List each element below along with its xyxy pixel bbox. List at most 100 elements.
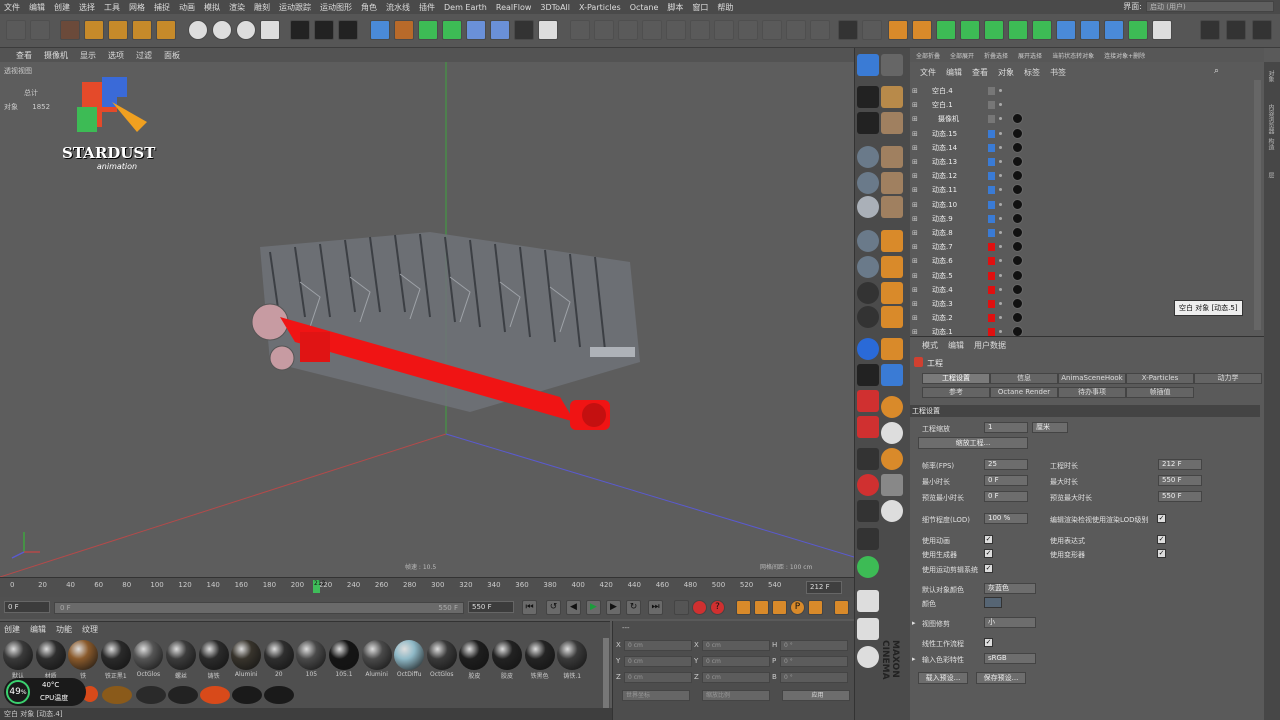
interface-selector[interactable]: 界面: 启动 (用户) bbox=[1123, 1, 1274, 12]
undo-icon[interactable] bbox=[6, 20, 26, 40]
lod-field[interactable]: 100 % bbox=[984, 513, 1028, 524]
object-tag-icon[interactable] bbox=[1012, 227, 1023, 238]
object-layer-color[interactable] bbox=[988, 229, 995, 237]
object-layer-color[interactable] bbox=[988, 300, 995, 308]
redo-icon[interactable] bbox=[30, 20, 50, 40]
pen-icon[interactable] bbox=[394, 20, 414, 40]
timeline[interactable]: 0 20 40 60 80 100 120 140 160 180 200 220 240 260 280 3… bbox=[0, 577, 854, 597]
spline-icon[interactable] bbox=[1152, 20, 1172, 40]
interface-dropdown[interactable]: 启动 (用户) bbox=[1146, 1, 1274, 12]
material-item[interactable]: 20 bbox=[263, 640, 295, 678]
xp-group-icon[interactable] bbox=[984, 20, 1004, 40]
save-preset-button[interactable]: 保存预设... bbox=[976, 672, 1026, 684]
array-icon[interactable] bbox=[442, 20, 462, 40]
object-tag-icon[interactable] bbox=[1012, 255, 1023, 267]
object-row[interactable]: ⊞ 动态.11 bbox=[912, 183, 1252, 197]
xp-system-icon[interactable] bbox=[960, 20, 980, 40]
material-item[interactable]: 胶皮 bbox=[458, 640, 490, 680]
menu-item[interactable]: 渲染 bbox=[229, 2, 245, 13]
use-generator-checkbox[interactable]: ✓ bbox=[984, 549, 993, 558]
material-item[interactable]: 默认 bbox=[2, 640, 34, 680]
object-row[interactable]: ⊞ 动态.10 bbox=[912, 198, 1252, 212]
tool-g-icon[interactable] bbox=[714, 20, 734, 40]
render-icon[interactable] bbox=[857, 416, 879, 438]
material-item[interactable]: 铸铁 bbox=[198, 640, 230, 680]
sphere-f-icon[interactable] bbox=[857, 282, 879, 304]
menu-item[interactable]: 网格 bbox=[129, 2, 145, 13]
visibility-dot[interactable] bbox=[999, 273, 1002, 277]
checker-icon[interactable] bbox=[857, 500, 879, 522]
axis-mode-icon[interactable] bbox=[881, 230, 903, 252]
light-icon[interactable] bbox=[538, 20, 558, 40]
object-tag-icon[interactable] bbox=[1012, 198, 1023, 210]
recent-tool-icon[interactable] bbox=[156, 20, 176, 40]
use-motion-checkbox[interactable]: ✓ bbox=[984, 564, 993, 573]
coord-rotation-field[interactable]: 0 ° bbox=[780, 640, 848, 651]
viewport-menu-item[interactable]: 选项 bbox=[108, 50, 124, 61]
sphere-g-icon[interactable] bbox=[857, 306, 879, 328]
compass-icon[interactable] bbox=[1200, 20, 1220, 40]
object-row[interactable]: ⊞ 动态.15 bbox=[912, 127, 1252, 141]
menu-item[interactable]: 选择 bbox=[79, 2, 95, 13]
visibility-dot[interactable] bbox=[999, 188, 1002, 192]
end-frame-field[interactable]: 550 F bbox=[468, 601, 514, 613]
quick-menu-item[interactable]: 当前状态转对象 bbox=[1052, 51, 1094, 60]
menu-item[interactable]: 帮助 bbox=[717, 2, 733, 13]
visibility-dot[interactable] bbox=[999, 160, 1002, 163]
octane-b-icon[interactable] bbox=[888, 20, 908, 40]
object-tag-icon[interactable] bbox=[1012, 269, 1023, 281]
input-color-dropdown[interactable]: sRGB bbox=[984, 653, 1036, 664]
clip-arrow-icon[interactable]: ▸ bbox=[912, 619, 916, 627]
expand-icon[interactable]: ⊞ bbox=[912, 84, 918, 98]
grid-icon[interactable] bbox=[857, 528, 879, 550]
text-tool-icon[interactable] bbox=[1032, 20, 1052, 40]
floor-icon[interactable] bbox=[490, 20, 510, 40]
expand-icon[interactable]: ⊞ bbox=[912, 283, 918, 297]
tool-k-icon[interactable] bbox=[810, 20, 830, 40]
menu-item[interactable]: 流水线 bbox=[386, 2, 410, 13]
quick-menu-item[interactable]: 折叠选择 bbox=[984, 51, 1008, 60]
octane-live-icon[interactable] bbox=[857, 338, 879, 360]
object-mode-icon[interactable] bbox=[881, 86, 903, 108]
menu-item[interactable]: 编辑 bbox=[29, 2, 45, 13]
expand-icon[interactable]: ⊞ bbox=[912, 254, 918, 268]
material-menu-item[interactable]: 功能 bbox=[56, 624, 72, 635]
visibility-dot[interactable] bbox=[999, 117, 1002, 121]
menu-item[interactable]: 雕刻 bbox=[254, 2, 270, 13]
quick-menu-item[interactable]: 连接对象+删除 bbox=[1104, 51, 1145, 60]
visibility-dot[interactable] bbox=[999, 231, 1002, 234]
deformer-icon[interactable] bbox=[466, 20, 486, 40]
visibility-dot[interactable] bbox=[999, 316, 1002, 320]
expand-icon[interactable]: ⊞ bbox=[912, 198, 918, 212]
viewport-menu-item[interactable]: 显示 bbox=[80, 50, 96, 61]
menu-item[interactable]: X-Particles bbox=[579, 3, 621, 12]
scripts-d-icon[interactable] bbox=[881, 500, 903, 522]
viewport-menu-item[interactable]: 摄像机 bbox=[44, 50, 68, 61]
visibility-dot[interactable] bbox=[999, 174, 1002, 178]
object-tag-icon[interactable] bbox=[1012, 298, 1023, 309]
screen-icon[interactable] bbox=[857, 390, 879, 412]
tool-f-icon[interactable] bbox=[690, 20, 710, 40]
material-item[interactable]: 105.1 bbox=[328, 640, 360, 678]
menu-item[interactable]: RealFlow bbox=[496, 3, 532, 12]
coord-position-field[interactable]: 0 cm bbox=[624, 672, 692, 683]
tool-i-icon[interactable] bbox=[762, 20, 782, 40]
object-layer-color[interactable] bbox=[988, 186, 995, 195]
material-item[interactable]: Alumini bbox=[361, 640, 393, 678]
joint-icon[interactable] bbox=[881, 282, 903, 304]
material-item[interactable]: 胶皮 bbox=[491, 640, 523, 680]
quick-menu-item[interactable]: 展开选择 bbox=[1018, 51, 1042, 60]
object-menu-item[interactable]: 编辑 bbox=[946, 67, 962, 78]
object-layer-color[interactable] bbox=[988, 172, 995, 181]
material-item[interactable]: 铁正黑1 bbox=[100, 640, 132, 680]
effector-icon[interactable] bbox=[1104, 20, 1124, 40]
scale-field[interactable]: 1 bbox=[984, 422, 1028, 433]
preview-max-field[interactable]: 550 F bbox=[1158, 491, 1202, 502]
coord-rotation-field[interactable]: 0 ° bbox=[780, 656, 848, 667]
object-row[interactable]: ⊞ 摄像机 bbox=[912, 112, 1252, 126]
move-icon[interactable] bbox=[84, 20, 104, 40]
keyframe-select-icon[interactable]: ? bbox=[710, 600, 725, 615]
attribute-menu-item[interactable]: 用户数据 bbox=[974, 340, 1006, 351]
key-position-icon[interactable] bbox=[736, 600, 751, 615]
object-layer-color[interactable] bbox=[988, 243, 995, 252]
